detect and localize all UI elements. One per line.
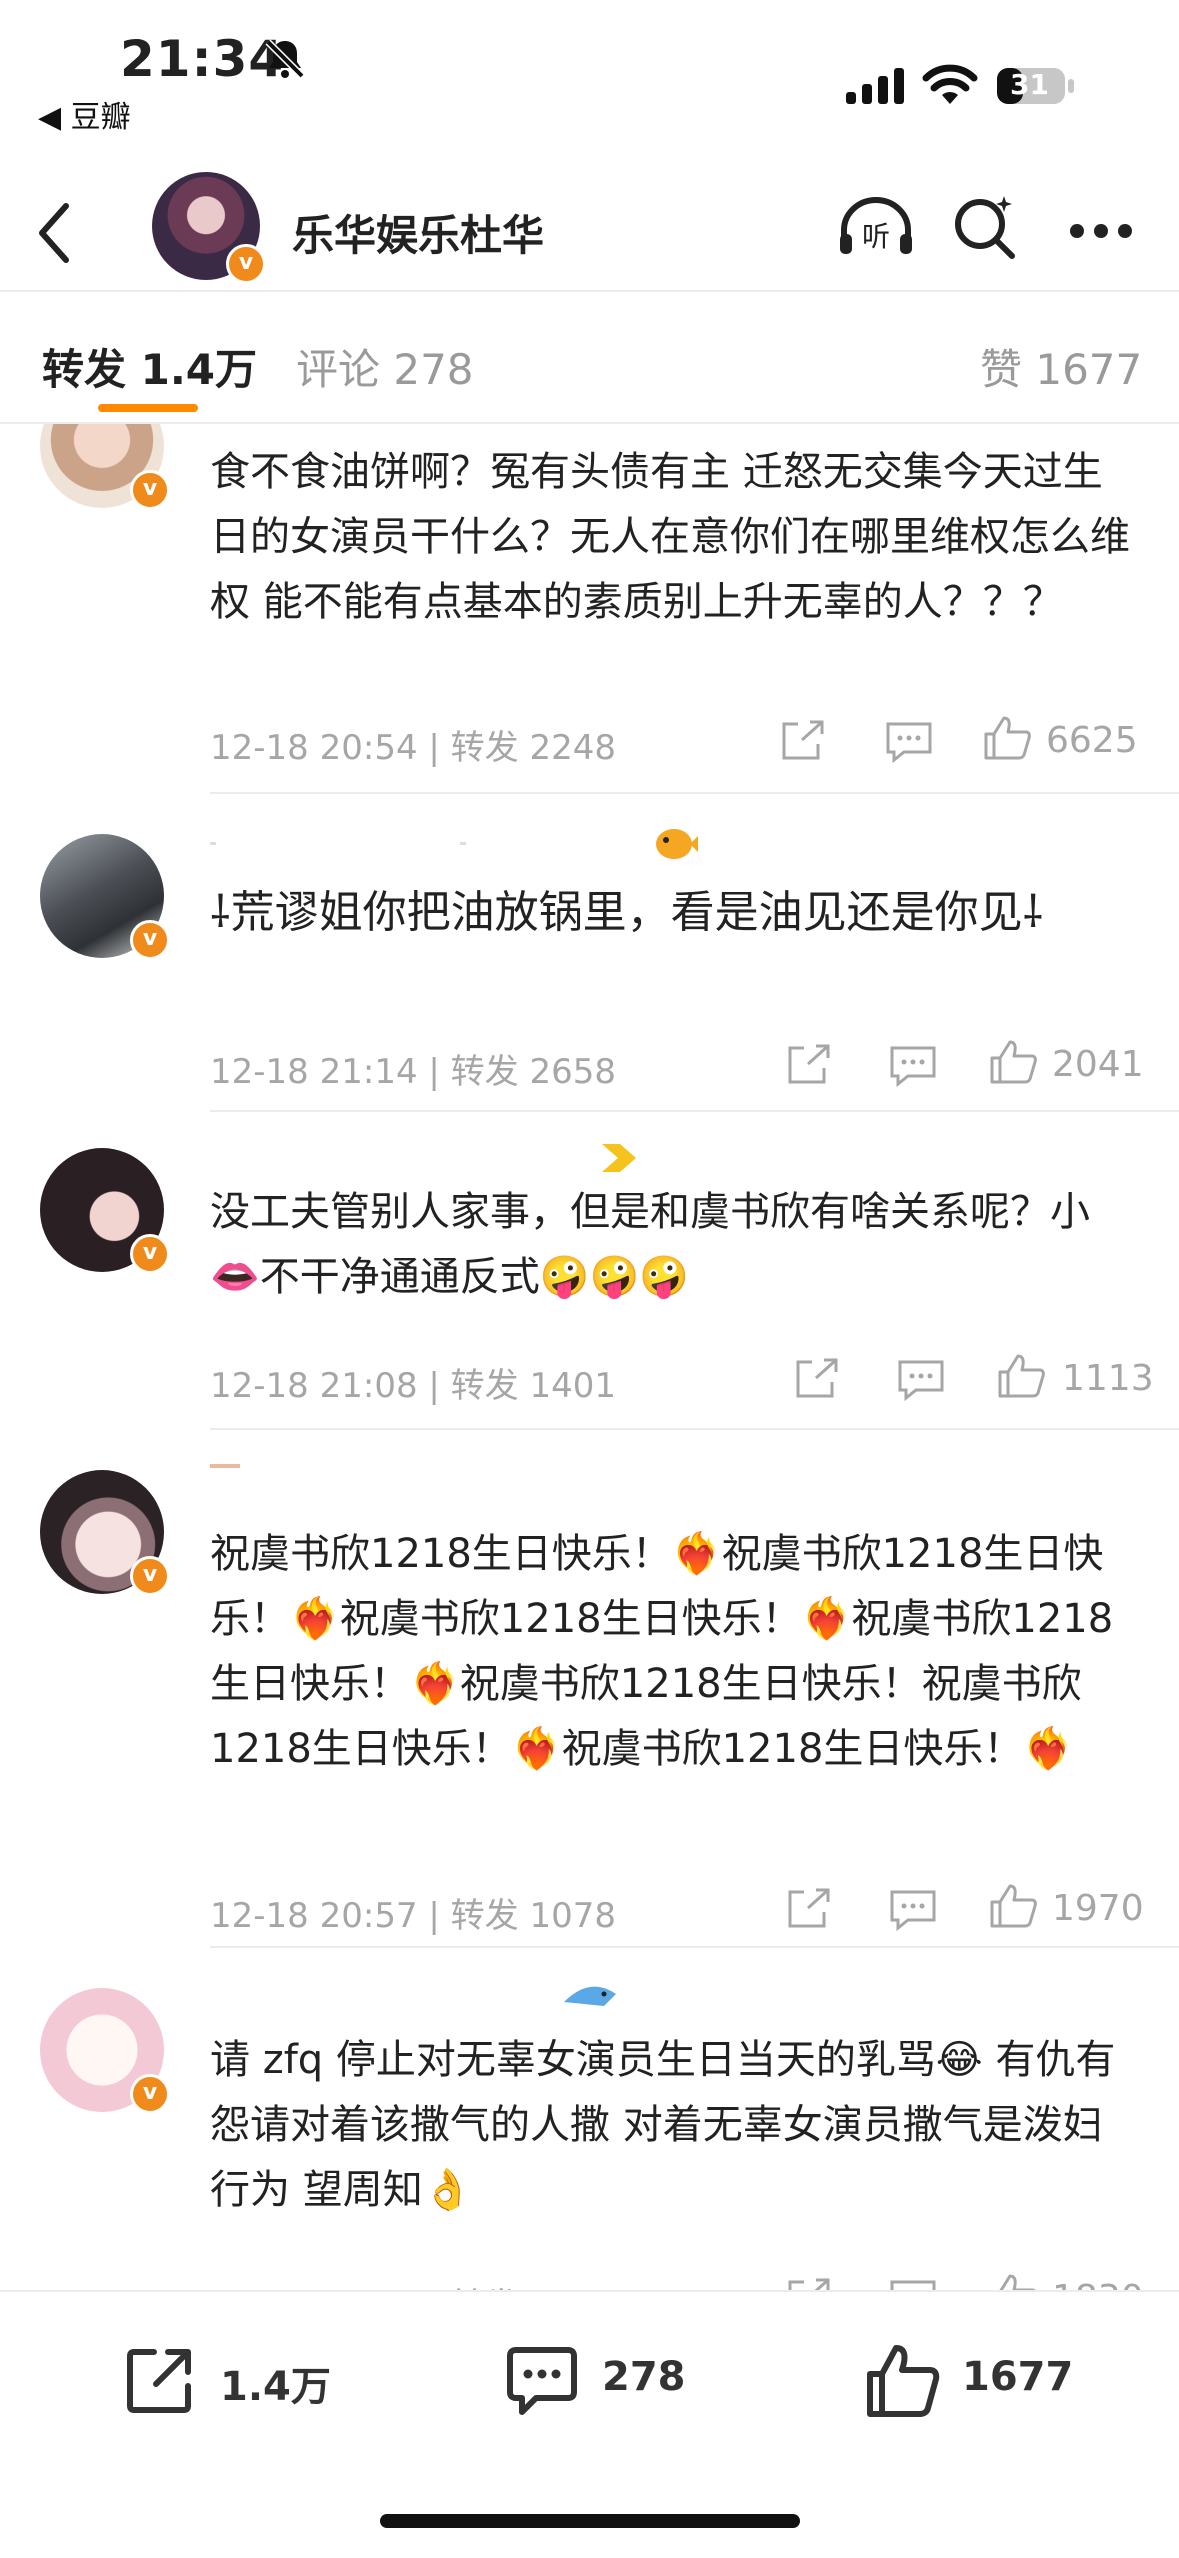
comment-meta: 12-18 21:14 | 转发 2658 bbox=[210, 1052, 616, 1092]
list-item: v 请 zfq 停止对无辜女演员生日当天的乳骂😂 有仇有怨请对着该撒气的人撒 对… bbox=[0, 1948, 1179, 2290]
like-count: 1113 bbox=[1062, 1358, 1154, 1399]
comment-text: 请 zfq 停止对无辜女演员生日当天的乳骂😂 有仇有怨请对着该撒气的人撒 对着无… bbox=[210, 2037, 1116, 2213]
list-item: v 食不食油饼啊？冤有头债有主 迁怒无交集今天过生日的女演员干什么？无人在意你们… bbox=[0, 424, 1179, 786]
user-avatar[interactable]: v bbox=[40, 834, 170, 960]
tab-repost[interactable]: 转发 1.4万 bbox=[42, 336, 257, 397]
tab-comment[interactable]: 评论 278 bbox=[296, 336, 474, 397]
like-thumb-icon[interactable] bbox=[988, 2272, 1038, 2290]
comment-meta: 12-18 21:08 | 转发 1401 bbox=[210, 1366, 616, 1406]
comment-text: 没工夫管别人家事，但是和虞书欣有啥关系呢？小👄不干净通通反式🤪🤪🤪 bbox=[210, 1189, 1090, 1300]
like-icon[interactable] bbox=[862, 2340, 942, 2420]
comment-count[interactable]: 278 bbox=[602, 2354, 686, 2400]
battery-level: 31 bbox=[1010, 68, 1049, 101]
like-thumb-icon[interactable] bbox=[988, 1882, 1038, 1928]
repost-icon[interactable] bbox=[120, 2340, 200, 2420]
svg-text:听: 听 bbox=[862, 220, 890, 253]
account-name[interactable]: 乐华娱乐杜华 bbox=[292, 202, 544, 263]
verified-badge: v bbox=[130, 1234, 170, 1274]
bell-muted-icon bbox=[265, 39, 305, 79]
share-icon[interactable] bbox=[784, 2276, 834, 2290]
active-tab-indicator bbox=[98, 404, 198, 412]
status-time: 21:34 bbox=[120, 30, 285, 88]
verified-badge: v bbox=[130, 920, 170, 960]
like-count-bottom[interactable]: 1677 bbox=[962, 2354, 1073, 2400]
like-thumb-icon[interactable] bbox=[996, 1352, 1046, 1398]
comment-text: ⸸荒谬姐你把油放锅里，看是油见还是你见⸸ bbox=[210, 887, 1044, 938]
wifi-icon bbox=[922, 64, 978, 104]
list-item: v 祝虞书欣1218生日快乐！❤️‍🔥祝虞书欣1218生日快乐！❤️‍🔥祝虞书欣… bbox=[0, 1430, 1179, 1950]
share-icon[interactable] bbox=[792, 1356, 842, 1402]
shark-emoji-icon bbox=[564, 1986, 616, 2006]
back-arrow-icon[interactable] bbox=[30, 198, 80, 268]
like-count: 1970 bbox=[1052, 1888, 1144, 1929]
comment-icon[interactable] bbox=[884, 718, 934, 764]
comment-icon[interactable] bbox=[888, 2276, 938, 2290]
comment-meta: 12-18 20:57 | 转发 932 bbox=[210, 2278, 594, 2290]
verified-badge: v bbox=[226, 244, 266, 284]
like-count: 1830 bbox=[1052, 2278, 1144, 2290]
listen-headphones-icon[interactable]: 听 bbox=[836, 196, 916, 260]
verified-badge: v bbox=[130, 1556, 170, 1596]
like-thumb-icon[interactable] bbox=[988, 1038, 1038, 1084]
repost-feed: v 食不食油饼啊？冤有头债有主 迁怒无交集今天过生日的女演员干什么？无人在意你们… bbox=[0, 424, 1179, 2290]
share-icon[interactable] bbox=[778, 718, 828, 764]
cellular-signal-icon bbox=[846, 68, 904, 104]
search-icon[interactable] bbox=[950, 192, 1020, 262]
username-trace bbox=[210, 842, 466, 845]
user-avatar[interactable]: v bbox=[40, 424, 170, 510]
repost-count[interactable]: 1.4万 bbox=[220, 2354, 331, 2412]
profile-header: v 乐华娱乐杜华 听 bbox=[0, 150, 1179, 292]
share-icon[interactable] bbox=[784, 1886, 834, 1932]
comment-meta: 12-18 20:57 | 转发 1078 bbox=[210, 1896, 616, 1936]
username-trace bbox=[210, 1464, 240, 1468]
arrow-emoji-icon bbox=[602, 1144, 636, 1172]
comment-bubble-icon[interactable] bbox=[502, 2340, 582, 2420]
status-bar: 21:34 ◀ 豆瓣 31 bbox=[0, 0, 1179, 140]
verified-badge: v bbox=[130, 470, 170, 510]
comment-text: 祝虞书欣1218生日快乐！❤️‍🔥祝虞书欣1218生日快乐！❤️‍🔥祝虞书欣12… bbox=[210, 1531, 1114, 1772]
header-avatar[interactable]: v bbox=[152, 172, 266, 284]
home-indicator[interactable] bbox=[380, 2514, 800, 2528]
list-item: v ⸸荒谬姐你把油放锅里，看是油见还是你见⸸ 12-18 21:14 | 转发 … bbox=[0, 794, 1179, 1112]
comment-icon[interactable] bbox=[888, 1886, 938, 1932]
comment-meta: 12-18 20:54 | 转发 2248 bbox=[210, 728, 616, 768]
like-thumb-icon[interactable] bbox=[982, 714, 1032, 760]
bottom-action-bar: 1.4万 278 1677 bbox=[0, 2290, 1179, 2558]
like-count: 6625 bbox=[1046, 720, 1138, 761]
verified-badge: v bbox=[130, 2074, 170, 2114]
more-options-icon[interactable] bbox=[1068, 222, 1134, 240]
tab-bar: 转发 1.4万 评论 278 赞 1677 bbox=[0, 292, 1179, 424]
back-to-app-link[interactable]: ◀ 豆瓣 bbox=[38, 92, 131, 136]
user-avatar[interactable]: v bbox=[40, 1148, 170, 1274]
list-item: v 没工夫管别人家事，但是和虞书欣有啥关系呢？小👄不干净通通反式🤪🤪🤪 12-1… bbox=[0, 1112, 1179, 1430]
like-count: 2041 bbox=[1052, 1044, 1144, 1085]
pufferfish-emoji-icon bbox=[656, 829, 698, 859]
user-avatar[interactable]: v bbox=[40, 1988, 170, 2114]
tab-like[interactable]: 赞 1677 bbox=[980, 336, 1142, 397]
comment-icon[interactable] bbox=[896, 1356, 946, 1402]
share-icon[interactable] bbox=[784, 1042, 834, 1088]
comment-text: 食不食油饼啊？冤有头债有主 迁怒无交集今天过生日的女演员干什么？无人在意你们在哪… bbox=[210, 449, 1130, 625]
comment-icon[interactable] bbox=[888, 1042, 938, 1088]
user-avatar[interactable]: v bbox=[40, 1470, 170, 1596]
battery-indicator: 31 bbox=[996, 66, 1076, 106]
